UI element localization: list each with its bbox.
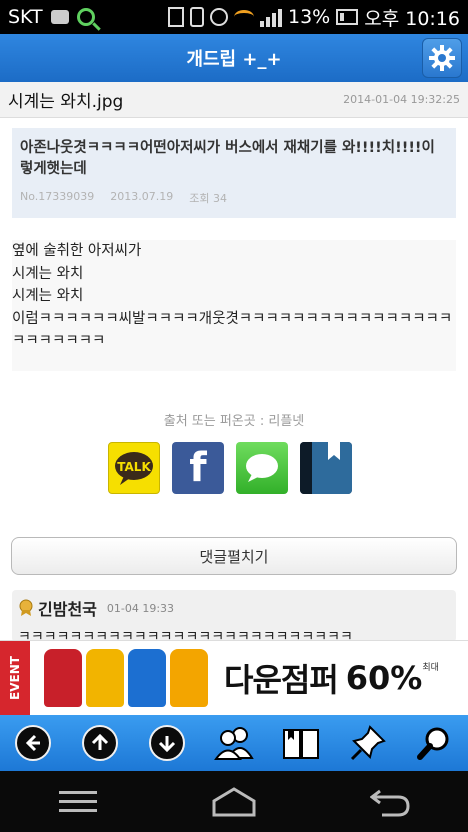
menu-button[interactable] [48, 782, 108, 822]
battery-icon [336, 9, 359, 25]
clock: 오후 10:16 [364, 7, 460, 30]
wifi-icon [234, 10, 254, 24]
search-notification-icon [76, 8, 95, 26]
quoted-post[interactable]: 아존나웃겻ㅋㅋㅋㅋ어떤아저씨가 버스에서 재채기를 와!!!!치!!!!이렇게햇… [12, 128, 456, 218]
alarm-icon [210, 8, 228, 26]
post-body-area: 옆에 술취한 아저씨가 시계는 와치 시계는 와치 이럼ㅋㅋㅋㅋㅋㅋ씨발ㅋㅋㅋㅋ… [12, 240, 456, 371]
settings-button[interactable] [422, 38, 462, 78]
battery-percent: 13% [288, 6, 331, 28]
home-button[interactable] [204, 782, 264, 822]
jacket-image [86, 649, 124, 707]
post-title: 시계는 와치.jpg [8, 92, 124, 112]
carrier-label: SKT [8, 6, 43, 28]
sms-share-button[interactable] [236, 442, 288, 494]
ad-percent: 60% [345, 659, 423, 697]
users-icon [214, 727, 254, 760]
search-button[interactable] [414, 723, 454, 763]
ad-jackets [44, 649, 208, 707]
pin-button[interactable] [348, 723, 388, 763]
post-date: 2014-01-04 19:32:25 [343, 93, 460, 106]
back-arrow-icon [370, 789, 410, 816]
bottom-toolbar [0, 715, 468, 771]
app-title: 개드립 +_+ [186, 49, 282, 70]
quoted-post-title: 아존나웃겻ㅋㅋㅋㅋ어떤아저씨가 버스에서 재채기를 와!!!!치!!!!이렇게햇… [20, 140, 435, 177]
kakaotalk-icon: TALK [115, 452, 153, 485]
sim-icon [168, 7, 184, 27]
quoted-post-views: 조회 34 [189, 192, 227, 205]
quoted-post-date: 2013.07.19 [110, 190, 174, 203]
scroll-up-button[interactable] [80, 723, 120, 763]
ad-banner[interactable]: EVENT 다운점퍼 60% 최대 [0, 640, 468, 716]
kakaotalk-share-button[interactable]: TALK [108, 442, 160, 494]
jacket-image [128, 649, 166, 707]
pin-icon [350, 725, 386, 761]
back-icon [15, 725, 52, 761]
share-buttons: TALK f [108, 442, 352, 494]
jacket-image [44, 649, 82, 707]
post-title-row: 시계는 와치.jpg 2014-01-04 19:32:25 [0, 82, 468, 118]
system-back-button[interactable] [360, 782, 420, 822]
source-line: 출처 또는 퍼온곳 : 리플넷 [163, 414, 305, 429]
book-icon [282, 729, 319, 759]
users-button[interactable] [214, 723, 254, 763]
scroll-down-button[interactable] [147, 723, 187, 763]
notification-icon [50, 10, 69, 24]
medal-icon [19, 599, 33, 616]
comment-header: 긴밤천국 01-04 19:33 [18, 596, 450, 620]
book-button[interactable] [281, 723, 321, 763]
message-icon [246, 454, 278, 482]
bookmark-share-button[interactable] [300, 442, 352, 494]
ad-max-label: 최대 [422, 662, 439, 673]
kakaotalk-label: TALK [117, 460, 151, 474]
quoted-post-meta: No.17339039 2013.07.19 조회 34 [20, 190, 448, 206]
ad-headline: 다운점퍼 [224, 661, 339, 699]
down-icon [149, 725, 186, 761]
facebook-share-button[interactable]: f [172, 442, 224, 494]
status-bar: SKT 13% 오후 10:16 [0, 0, 468, 34]
home-icon [212, 786, 256, 816]
post-body: 옆에 술취한 아저씨가 시계는 와치 시계는 와치 이럼ㅋㅋㅋㅋㅋㅋ씨발ㅋㅋㅋㅋ… [12, 243, 453, 349]
facebook-icon: f [189, 445, 207, 491]
jacket-image [170, 649, 208, 707]
back-button[interactable] [13, 723, 53, 763]
menu-icon [59, 790, 97, 812]
signal-icon [260, 7, 282, 27]
gear-icon [429, 45, 455, 71]
bookmark-icon [300, 442, 352, 494]
expand-comments-button[interactable]: 댓글펼치기 [11, 537, 457, 575]
comment-author: 긴밤천국 [38, 600, 97, 619]
vibrate-icon [190, 7, 204, 27]
quoted-post-number: No.17339039 [20, 190, 95, 203]
comment-time: 01-04 19:33 [106, 601, 175, 615]
post-content: 아존나웃겻ㅋㅋㅋㅋ어떤아저씨가 버스에서 재채기를 와!!!!치!!!!이렇게햇… [12, 128, 456, 371]
search-icon [417, 727, 449, 760]
ad-event-label: EVENT [0, 640, 30, 716]
comment-item: 긴밤천국 01-04 19:33 ㅋㅋㅋㅋㅋㅋㅋㅋㅋㅋㅋㅋㅋㅋㅋㅋㅋㅋㅋㅋㅋㅋㅋ… [12, 590, 456, 642]
system-nav-bar [0, 771, 468, 832]
app-header: 개드립 +_+ [0, 34, 468, 82]
up-icon [82, 725, 119, 761]
